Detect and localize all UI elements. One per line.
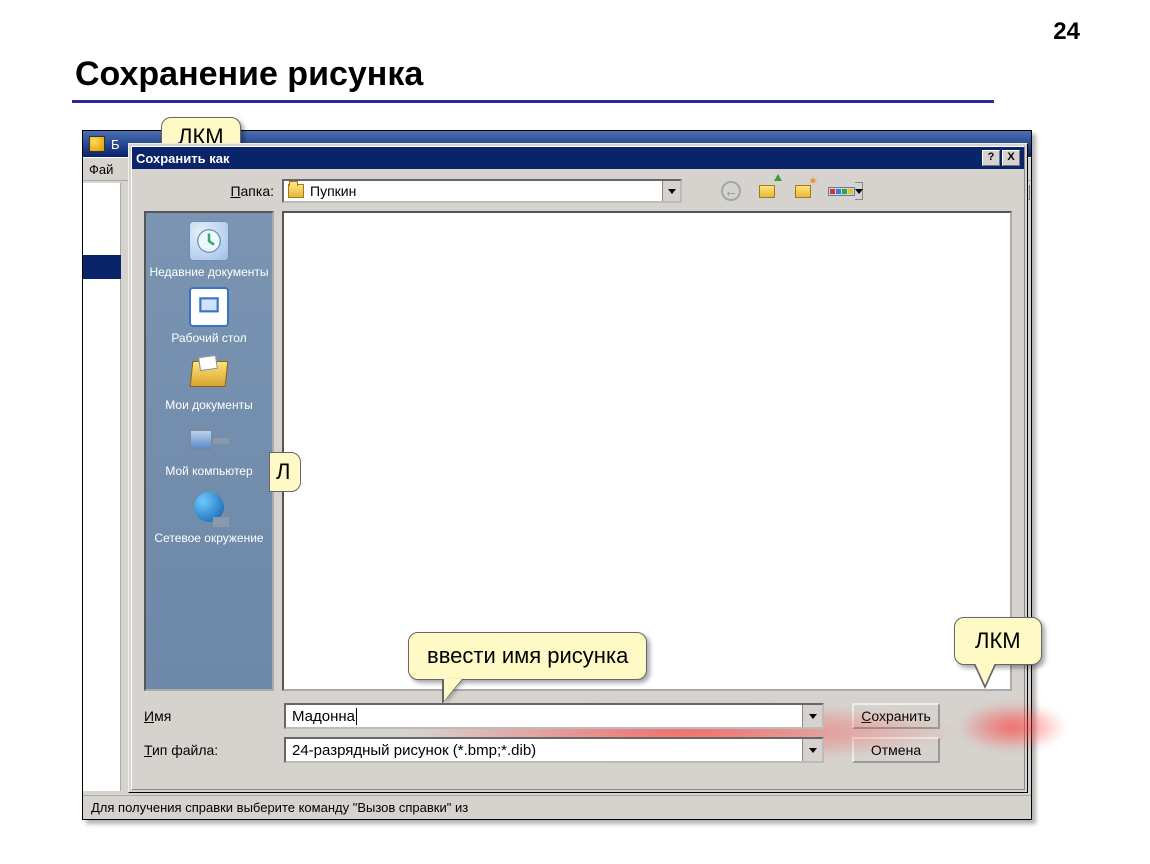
sidebar-item-label: Сетевое окружение [154, 531, 263, 545]
back-button[interactable]: ← [720, 180, 742, 202]
save-as-dialog: Сохранить как ? X Папка: Пупкин ← ✶ [128, 143, 1028, 793]
folder-value: Пупкин [310, 183, 356, 199]
sidebar-item-label: Мой компьютер [165, 464, 252, 478]
recent-docs-icon [189, 221, 229, 261]
folder-label-rest: апка: [241, 183, 274, 199]
save-mnemonic: С [861, 708, 871, 724]
sidebar-item-desktop[interactable]: Рабочий стол [171, 287, 246, 345]
folder-label: Папка: [144, 183, 274, 199]
page-number: 24 [1053, 18, 1080, 46]
new-folder-button[interactable]: ✶ [792, 180, 814, 202]
callout-save: ЛКМ [954, 617, 1042, 665]
callout-filename-text: ввести имя рисунка [427, 643, 628, 668]
filename-history-dropdown[interactable] [802, 705, 822, 727]
callout-filename: ввести имя рисунка [408, 632, 647, 680]
callout-save-text: ЛКМ [975, 628, 1021, 653]
filename-label-mnemonic: И [144, 708, 154, 724]
my-computer-icon [189, 420, 229, 460]
cancel-button[interactable]: Отмена [852, 737, 940, 763]
sidebar-item-label: Рабочий стол [171, 331, 246, 345]
filetype-dropdown-arrow-icon[interactable] [802, 739, 822, 761]
callout-save-tail [975, 663, 995, 685]
filetype-label-mnemonic: Т [144, 742, 152, 758]
view-menu-button[interactable] [828, 182, 863, 200]
filetype-value: 24-разрядный рисунок (*.bmp;*.dib) [292, 742, 536, 759]
statusbar-text: Для получения справки выберите команду "… [91, 800, 468, 815]
dialog-title: Сохранить как [136, 151, 229, 166]
menu-file[interactable]: Фай [89, 162, 113, 177]
sidebar-item-network[interactable]: Сетевое окружение [154, 487, 263, 545]
filetype-label: Тип файла: [144, 742, 274, 758]
background-selected-row [83, 255, 121, 279]
app-icon [89, 136, 105, 152]
help-button[interactable]: ? [982, 150, 1000, 166]
background-statusbar: Для получения справки выберите команду "… [83, 795, 1031, 819]
folder-dropdown[interactable]: Пупкин [282, 179, 682, 203]
background-title-text: Б [111, 137, 120, 152]
network-icon [189, 487, 229, 527]
filename-label-rest: мя [154, 708, 171, 724]
folder-icon [288, 184, 304, 198]
folder-label-mnemonic: П [230, 183, 240, 199]
cancel-label: Отмена [871, 742, 921, 758]
callout-filename-tail [444, 679, 462, 701]
save-rest: охранить [871, 708, 930, 724]
filename-label: Имя [144, 708, 274, 724]
desktop-icon [189, 287, 229, 327]
close-button[interactable]: X [1002, 150, 1020, 166]
title-underline [72, 100, 994, 103]
file-list-area[interactable] [282, 211, 1012, 691]
filetype-label-rest: ип файла: [152, 742, 218, 758]
places-sidebar: Недавние документы Рабочий стол Мои доку… [144, 211, 274, 691]
filename-value: Мадонна [292, 708, 355, 725]
dialog-toolbar: ← ✶ [720, 180, 863, 202]
filetype-dropdown[interactable]: 24-разрядный рисунок (*.bmp;*.dib) [284, 737, 824, 763]
page-title: Сохранение рисунка [75, 55, 423, 94]
callout-side-text: Л [276, 459, 290, 484]
filetype-row: Тип файла: 24-разрядный рисунок (*.bmp;*… [132, 733, 1024, 767]
sidebar-item-label: Недавние документы [149, 265, 268, 279]
view-grid-icon [828, 187, 855, 196]
my-documents-icon [189, 354, 229, 394]
sidebar-item-recent[interactable]: Недавние документы [149, 221, 268, 279]
sidebar-item-mydocs[interactable]: Мои документы [165, 354, 252, 412]
text-cursor [356, 708, 357, 725]
dialog-titlebar: Сохранить как ? X [132, 147, 1024, 169]
view-dropdown-arrow-icon[interactable] [855, 182, 863, 200]
folder-row: Папка: Пупкин ← ✶ [132, 169, 1024, 211]
callout-side-partial: Л [269, 452, 301, 492]
filename-input[interactable]: Мадонна [284, 703, 824, 729]
sidebar-item-label: Мои документы [165, 398, 252, 412]
filename-row: Имя Мадонна Сохранить [132, 699, 1024, 733]
up-folder-button[interactable] [756, 180, 778, 202]
sidebar-item-mycomputer[interactable]: Мой компьютер [165, 420, 252, 478]
save-button[interactable]: Сохранить [852, 703, 940, 729]
dropdown-arrow-icon[interactable] [662, 181, 680, 201]
